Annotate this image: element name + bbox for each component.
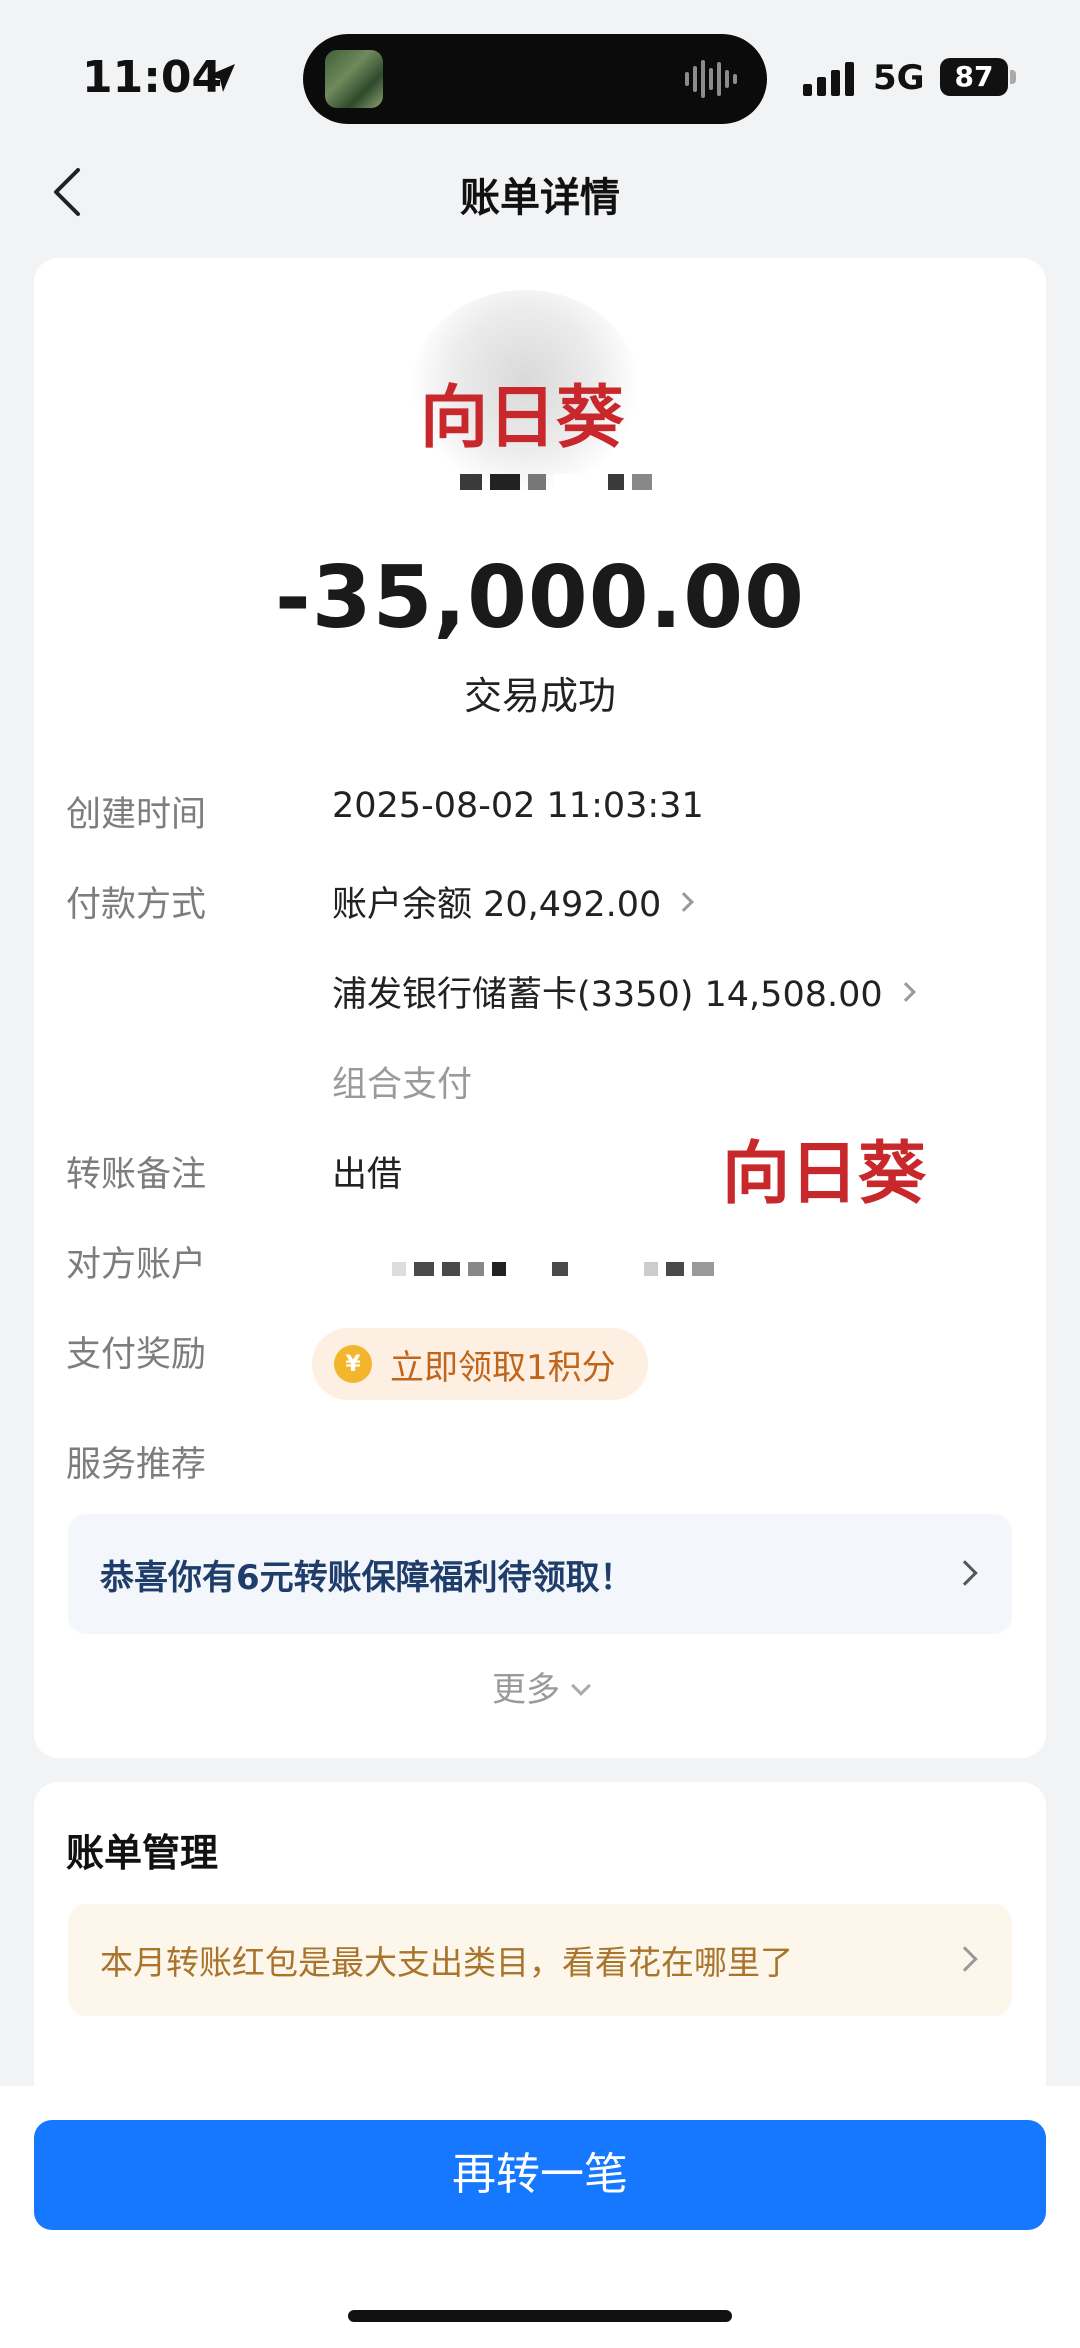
status-bar: 11:04 5G 87: [0, 0, 1080, 160]
battery-level: 87: [940, 58, 1008, 96]
battery-tip: [1010, 70, 1016, 84]
spending-insight-text: 本月转账红包是最大支出类目，看看花在哪里了: [100, 1943, 793, 1982]
page-title: 账单详情: [460, 175, 620, 221]
payee-account-redacted: [392, 1262, 714, 1276]
more-label: 更多: [492, 1670, 560, 1710]
mosaic-redaction: [460, 474, 652, 490]
created-time-text: 2025-08-02 11:03:31: [332, 786, 704, 826]
created-time-value: 2025-08-02 11:03:31: [332, 786, 704, 826]
chevron-right-icon: [952, 1946, 978, 1972]
transfer-note-text: 出借: [332, 1155, 403, 1195]
chevron-down-icon: [571, 1676, 591, 1696]
payment-card-row[interactable]: 浦发银行储蓄卡(3350) 14,508.00: [332, 966, 916, 1017]
claim-points-label: 立即领取1积分: [390, 1347, 616, 1388]
coin-icon: ¥: [334, 1345, 372, 1383]
payment-card-text: 浦发银行储蓄卡(3350) 14,508.00: [332, 975, 883, 1015]
transaction-status: 交易成功: [463, 674, 616, 718]
battery-icon: 87: [940, 58, 1016, 96]
combined-payment-note: 组合支付: [332, 1056, 472, 1107]
location-arrow-icon: [207, 64, 235, 92]
combined-payment-text: 组合支付: [332, 1065, 473, 1105]
transfer-note-label: 转账备注: [66, 1155, 207, 1195]
watermark-text: 向日葵: [420, 379, 625, 458]
transfer-note-value: 出借: [332, 1146, 402, 1197]
chevron-right-icon: [674, 891, 695, 912]
media-thumbnail-icon: [325, 50, 383, 108]
payment-balance-row[interactable]: 账户余额 20,492.00: [332, 876, 695, 927]
transfer-protection-banner[interactable]: 恭喜你有6元转账保障福利待领取！: [68, 1514, 1012, 1634]
dynamic-island[interactable]: [303, 34, 767, 124]
chevron-right-icon: [895, 981, 916, 1002]
network-type: 5G: [873, 58, 925, 98]
payment-reward-label: 支付奖励: [66, 1335, 207, 1375]
spending-insight-banner[interactable]: 本月转账红包是最大支出类目，看看花在哪里了: [68, 1904, 1012, 2016]
created-time-label: 创建时间: [66, 795, 207, 835]
transaction-amount: -35,000.00: [275, 548, 805, 648]
payment-method-label: 付款方式: [66, 885, 207, 925]
home-indicator[interactable]: [348, 2310, 732, 2322]
watermark-text: 向日葵: [722, 1135, 927, 1214]
payee-account-label: 对方账户: [66, 1245, 207, 1285]
bill-management-title: 账单管理: [66, 1831, 219, 1875]
transfer-protection-text: 恭喜你有6元转账保障福利待领取！: [100, 1557, 634, 1598]
chevron-right-icon: [952, 1560, 978, 1586]
audio-wave-icon: [685, 60, 737, 98]
payment-balance-text: 账户余额 20,492.00: [332, 885, 662, 925]
more-button[interactable]: 更多: [0, 1662, 1080, 1711]
claim-points-button[interactable]: ¥ 立即领取1积分: [312, 1328, 648, 1400]
cellular-signal-icon: [803, 62, 854, 96]
status-time: 11:04: [82, 52, 223, 103]
transfer-again-button[interactable]: 再转一笔: [34, 2120, 1046, 2230]
service-recommend-label: 服务推荐: [66, 1445, 207, 1485]
